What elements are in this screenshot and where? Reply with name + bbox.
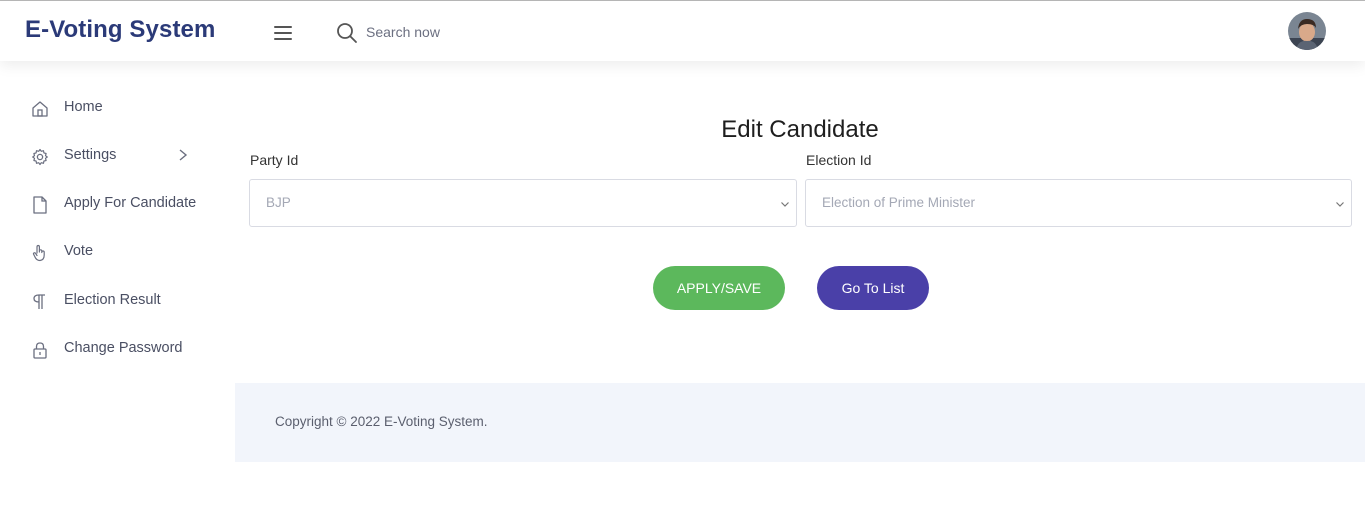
file-icon xyxy=(33,196,47,214)
party-id-select[interactable]: BJP xyxy=(249,179,797,227)
sidebar-item-change-password[interactable]: Change Password xyxy=(0,330,235,370)
sidebar-item-apply-for-candidate[interactable]: Apply For Candidate xyxy=(0,185,235,225)
party-id-label: Party Id xyxy=(250,152,299,168)
chevron-right-icon xyxy=(179,149,188,161)
sidebar-item-home[interactable]: Home xyxy=(0,89,235,129)
home-icon xyxy=(32,101,48,117)
search-input[interactable] xyxy=(366,20,586,44)
page-title: Edit Candidate xyxy=(721,116,879,143)
sidebar-item-vote[interactable]: Vote xyxy=(0,233,235,273)
menu-toggle-icon[interactable] xyxy=(274,26,292,40)
lock-icon xyxy=(33,342,47,359)
top-navbar: E-Voting System xyxy=(0,1,1365,61)
user-avatar[interactable] xyxy=(1288,12,1326,50)
election-id-value: Election of Prime Minister xyxy=(822,195,976,210)
brand-title[interactable]: E-Voting System xyxy=(25,16,215,44)
election-id-label: Election Id xyxy=(806,152,872,168)
copyright-text: Copyright © 2022 E-Voting System. xyxy=(275,414,488,429)
chevron-down-icon xyxy=(781,202,789,207)
party-id-value: BJP xyxy=(266,195,291,210)
footer: Copyright © 2022 E-Voting System. xyxy=(235,383,1365,462)
sidebar-item-label: Settings xyxy=(64,147,117,163)
gear-icon xyxy=(32,148,48,166)
chevron-down-icon xyxy=(1336,202,1344,207)
sidebar-item-label: Apply For Candidate xyxy=(64,195,197,211)
apply-save-button[interactable]: APPLY/SAVE xyxy=(653,266,785,310)
go-to-list-button[interactable]: Go To List xyxy=(817,266,929,310)
paragraph-icon xyxy=(33,294,45,309)
search-icon xyxy=(337,23,357,43)
sidebar-item-settings[interactable]: Settings xyxy=(0,137,235,177)
sidebar-item-label: Election Result xyxy=(64,292,161,308)
sidebar-item-label: Vote xyxy=(64,243,94,259)
sidebar-item-label: Home xyxy=(64,99,103,115)
election-id-select[interactable]: Election of Prime Minister xyxy=(805,179,1352,227)
hand-pointer-icon xyxy=(32,244,45,262)
main-content: Edit Candidate Party Id BJP Election Id … xyxy=(235,62,1365,383)
sidebar-item-election-result[interactable]: Election Result xyxy=(0,282,235,322)
sidebar: Home Settings Apply For Candidate Vote E… xyxy=(0,62,235,510)
sidebar-item-label: Change Password xyxy=(64,340,183,356)
